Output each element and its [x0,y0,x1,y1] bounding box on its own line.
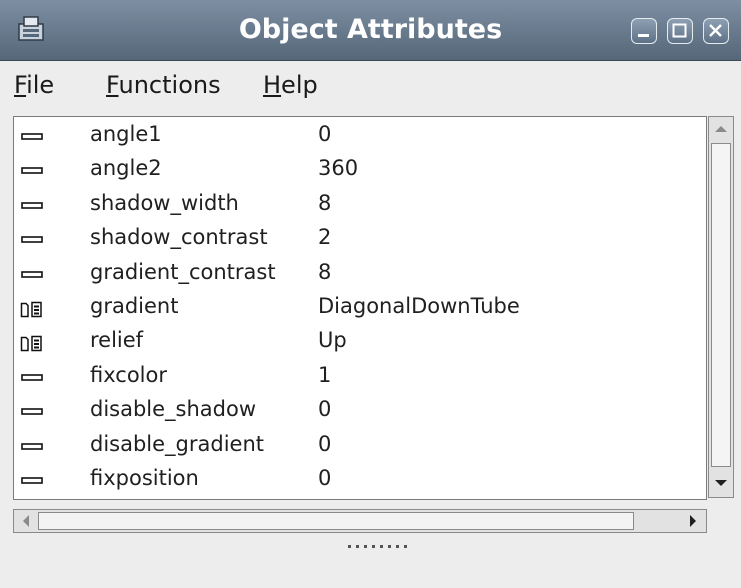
dash-icon [21,201,43,209]
attribute-value[interactable]: 2 [318,225,331,249]
attribute-value[interactable]: 1 [318,363,331,387]
horizontal-scroll-thumb[interactable] [38,512,634,530]
dash-icon [21,408,43,415]
attribute-name: fixcolor [90,362,167,387]
maximize-icon [672,23,687,38]
attribute-name: gradient_contrast [90,259,276,284]
attribute-name: shadow_contrast [90,225,268,250]
attribute-row[interactable]: fixposition 0 [14,464,704,498]
menu-file[interactable]: File [14,71,54,99]
attribute-row[interactable]: shadow_contrast 2 [14,223,704,257]
attribute-row[interactable]: angle1 0 [14,120,704,154]
scroll-left-icon[interactable] [15,511,37,531]
vertical-scrollbar[interactable] [708,116,734,498]
attribute-name: fixposition [90,466,199,490]
menu-file-mnemonic: F [14,71,27,99]
menu-help-mnemonic: H [263,71,282,99]
attribute-name: shadow_width [90,190,239,215]
attribute-value[interactable]: DiagonalDownTube [318,294,520,318]
menu-file-label: ile [26,71,55,99]
attribute-value[interactable]: 0 [318,432,331,456]
attribute-row[interactable]: angle2 360 [14,154,704,188]
dash-icon [21,442,43,450]
enum-list-icon [20,301,42,318]
dash-icon [21,236,43,243]
scroll-up-icon[interactable] [710,118,732,140]
title-bar[interactable]: Object Attributes [0,0,741,61]
attribute-name: relief [90,328,144,353]
minimize-button[interactable] [631,18,657,44]
attribute-value[interactable]: 0 [318,466,331,490]
attribute-row[interactable]: gradient_contrast 8 [14,258,704,292]
attribute-name: disable_gradient [90,431,265,456]
attribute-row[interactable]: disable_shadow 0 [14,395,704,429]
attribute-value[interactable]: 8 [318,260,331,284]
dash-icon [21,373,43,381]
attribute-row[interactable]: relief Up [14,326,704,360]
close-icon [709,24,722,37]
attribute-value[interactable]: 0 [318,122,331,146]
attribute-value[interactable]: 360 [318,156,358,180]
attribute-name: angle1 [90,122,162,146]
menu-functions[interactable]: Functions [106,71,221,99]
attribute-value[interactable]: 8 [318,191,331,215]
attribute-name: gradient [90,294,179,318]
menu-help-label: elp [281,71,318,99]
menu-help[interactable]: Help [263,71,318,99]
dash-icon [21,270,43,278]
menu-functions-label: unctions [118,71,221,99]
attribute-row[interactable]: shadow_width 8 [14,189,704,223]
attribute-value[interactable]: Up [318,328,347,352]
dash-icon [21,167,43,175]
maximize-button[interactable] [667,18,693,44]
menu-functions-mnemonic: F [106,71,119,99]
menu-bar: File Functions Help [0,61,741,113]
attribute-value[interactable]: 0 [318,397,331,421]
attribute-row[interactable]: disable_gradient 0 [14,430,704,464]
resize-grip-icon[interactable] [346,543,416,549]
dash-icon [21,133,43,140]
attribute-name: angle2 [90,156,162,181]
attribute-list[interactable]: angle1 0 angle2 360 shadow_width 8 shadow_cont… [13,116,707,500]
scroll-right-icon[interactable] [682,511,704,531]
scroll-down-icon[interactable] [710,472,732,494]
horizontal-scrollbar[interactable] [13,509,707,533]
enum-list-icon [20,336,42,352]
close-button[interactable] [703,18,729,44]
attribute-row[interactable]: gradient DiagonalDownTube [14,292,704,326]
minimize-icon [638,34,649,37]
dash-icon [21,477,43,484]
attribute-name: disable_shadow [90,397,257,422]
vertical-scroll-thumb[interactable] [711,143,731,467]
attribute-row[interactable]: fixcolor 1 [14,361,704,395]
window-title: Object Attributes [238,14,503,45]
